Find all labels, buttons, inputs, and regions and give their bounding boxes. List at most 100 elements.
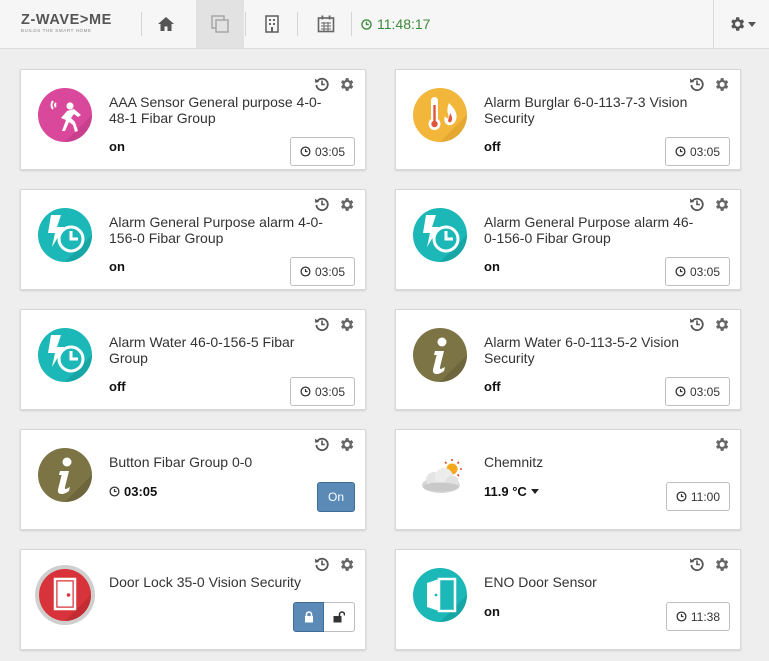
widget-title: AAA Sensor General purpose 4-0-48-1 Fiba… <box>109 94 322 126</box>
widget-card: Button Fibar Group 0-0 03:05 On <box>20 429 366 530</box>
widget-title: Alarm Water 6-0-113-5-2 Vision Security <box>484 334 680 366</box>
widget-level: on <box>109 259 125 274</box>
nav-rooms-button[interactable] <box>248 0 296 48</box>
divider <box>351 12 352 36</box>
widget-level: 03:05 <box>109 484 157 499</box>
gear-icon[interactable] <box>713 316 730 333</box>
unlock-button[interactable] <box>324 602 355 632</box>
widget-title: Chemnitz <box>484 454 544 470</box>
widget-card: Alarm Water 6-0-113-5-2 Vision Security … <box>395 309 741 410</box>
update-time-button[interactable]: 11:38 <box>665 602 730 631</box>
widget-title: Alarm Water 46-0-156-5 Fibar Group <box>109 334 295 366</box>
widget-title: Alarm Burglar 6-0-113-7-3 Vision Securit… <box>484 94 688 126</box>
widget-level: off <box>484 139 501 154</box>
widget-card: Alarm Burglar 6-0-113-7-3 Vision Securit… <box>395 69 741 170</box>
motion-sensor-icon <box>37 87 93 143</box>
nav-events-button[interactable] <box>302 0 350 48</box>
caret-down-icon <box>530 489 539 494</box>
gear-icon[interactable] <box>713 196 730 213</box>
widget-level[interactable]: 11.9 °C <box>484 484 539 499</box>
clock-icon <box>361 18 372 30</box>
gear-icon[interactable] <box>338 196 355 213</box>
gear-icon[interactable] <box>338 556 355 573</box>
widget-level: on <box>109 139 125 154</box>
update-time-button[interactable]: 11:00 <box>665 482 730 511</box>
logo[interactable]: Z-WAVE>ME BUILDS THE SMART HOME <box>21 13 121 34</box>
widget-title: Alarm General Purpose alarm 4-0-156-0 Fi… <box>109 214 323 246</box>
gear-icon[interactable] <box>713 556 730 573</box>
elements-icon <box>211 15 229 33</box>
widget-title: Door Lock 35-0 Vision Security <box>109 574 301 590</box>
temperature-fire-icon <box>412 87 468 143</box>
door-open-icon <box>412 567 468 623</box>
update-time-button[interactable]: 03:05 <box>289 257 355 286</box>
history-icon[interactable] <box>314 196 330 212</box>
update-time-button[interactable]: 03:05 <box>664 377 730 406</box>
clock-icon <box>675 266 686 277</box>
widget-card: Door Lock 35-0 Vision Security <box>20 549 366 650</box>
history-icon[interactable] <box>314 316 330 332</box>
nav-home-button[interactable] <box>142 0 190 48</box>
history-icon[interactable] <box>689 196 705 212</box>
events-icon <box>317 15 335 33</box>
gear-icon[interactable] <box>713 76 730 93</box>
history-icon[interactable] <box>689 76 705 92</box>
widget-title: Alarm General Purpose alarm 46-0-156-0 F… <box>484 214 694 246</box>
update-time-button[interactable]: 03:05 <box>664 137 730 166</box>
clock-time: 11:48:17 <box>377 16 431 32</box>
update-time: 11:38 <box>690 609 720 624</box>
clock-icon <box>675 146 686 157</box>
settings-menu-button[interactable] <box>713 0 769 48</box>
history-icon[interactable] <box>314 436 330 452</box>
gear-icon[interactable] <box>338 316 355 333</box>
alarm-bolt-clock-icon <box>37 327 93 383</box>
widget-card: Alarm Water 46-0-156-5 Fibar Group off 0… <box>20 309 366 410</box>
gear-icon[interactable] <box>713 436 730 453</box>
alarm-bolt-clock-icon <box>37 207 93 263</box>
history-icon[interactable] <box>314 76 330 92</box>
lock-icon <box>304 611 313 623</box>
temperature-value: 11.9 °C <box>484 484 527 499</box>
clock-icon <box>676 491 687 502</box>
update-time: 03:05 <box>314 384 345 399</box>
update-time-button[interactable]: 03:05 <box>289 377 355 406</box>
info-icon <box>412 327 468 383</box>
update-time-button[interactable]: 03:05 <box>664 257 730 286</box>
lock-button[interactable] <box>293 602 324 632</box>
lock-toggle <box>293 602 355 632</box>
gear-icon[interactable] <box>338 76 355 93</box>
update-time-button[interactable]: 03:05 <box>289 137 355 166</box>
widget-level-time: 03:05 <box>124 484 158 499</box>
divider <box>297 12 298 36</box>
update-time: 03:05 <box>689 264 720 279</box>
clock-icon <box>300 266 311 277</box>
gear-icon[interactable] <box>338 436 355 453</box>
door-lock-icon <box>34 564 96 626</box>
update-time: 03:05 <box>314 264 345 279</box>
info-icon <box>37 447 93 503</box>
on-button[interactable]: On <box>317 482 355 512</box>
clock-icon <box>676 611 687 622</box>
update-time: 03:05 <box>689 144 720 159</box>
history-icon[interactable] <box>314 556 330 572</box>
widget-level: on <box>484 259 500 274</box>
clock-icon <box>675 386 686 397</box>
rooms-icon <box>265 15 279 33</box>
top-bar: Z-WAVE>ME BUILDS THE SMART HOME 11:48:17 <box>0 0 769 49</box>
widget-card: Alarm General Purpose alarm 4-0-156-0 Fi… <box>20 189 366 290</box>
logo-text: Z-WAVE>ME <box>21 12 112 28</box>
update-time: 03:05 <box>314 144 345 159</box>
widget-card: AAA Sensor General purpose 4-0-48-1 Fiba… <box>20 69 366 170</box>
widget-title: ENO Door Sensor <box>484 574 597 590</box>
clock-icon <box>300 386 311 397</box>
widget-level: off <box>109 379 126 394</box>
logo-tagline: BUILDS THE SMART HOME <box>21 28 92 33</box>
history-icon[interactable] <box>689 316 705 332</box>
history-icon[interactable] <box>689 556 705 572</box>
clock-icon <box>109 486 120 497</box>
nav-elements-button[interactable] <box>196 0 244 48</box>
divider <box>245 12 246 36</box>
weather-cloud-sun-icon <box>412 447 468 503</box>
caret-down-icon <box>747 21 756 27</box>
update-time: 11:00 <box>690 489 720 504</box>
